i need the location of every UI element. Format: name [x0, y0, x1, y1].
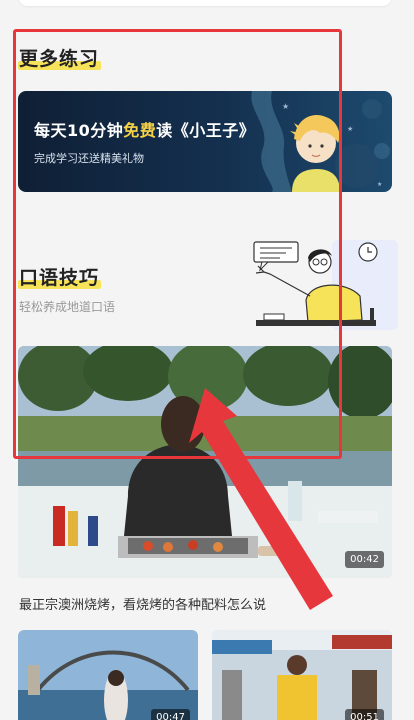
svg-text:★: ★ — [347, 125, 353, 133]
little-prince-illustration: ★ ★ ★ — [251, 91, 390, 192]
svg-text:★: ★ — [282, 102, 289, 111]
page: 更多练习 每天10分钟免费读《小王子》 完成学习还送精美礼物 ★ ★ ★ 口语技… — [0, 0, 414, 720]
little-prince-banner[interactable]: 每天10分钟免费读《小王子》 完成学习还送精美礼物 ★ ★ ★ — [18, 91, 392, 192]
thumb-duration: 00:51 — [345, 709, 384, 720]
thumb-duration: 00:47 — [151, 709, 190, 720]
teacher-illustration — [253, 240, 398, 330]
practice-section-title: 更多练习 — [18, 48, 102, 70]
video-thumbnail — [18, 346, 392, 578]
previous-card-edge — [18, 0, 392, 6]
video-thumbnail-market[interactable]: 00:51 — [212, 630, 392, 720]
sydney-bridge-image — [18, 630, 198, 720]
svg-text:★: ★ — [377, 181, 382, 188]
bbq-video-card[interactable]: 00:42 — [18, 346, 392, 578]
market-image — [212, 630, 392, 720]
video-title[interactable]: 最正宗澳洲烧烤，看烧烤的各种配料怎么说 — [19, 594, 266, 613]
video-thumbnail-sydney[interactable]: 00:47 — [18, 630, 198, 720]
speaking-tips-subtitle: 轻松养成地道口语 — [19, 300, 116, 314]
video-duration: 00:42 — [345, 551, 384, 568]
speaking-tips-title: 口语技巧 — [18, 267, 102, 289]
banner-subtext: 完成学习还送精美礼物 — [34, 152, 144, 165]
